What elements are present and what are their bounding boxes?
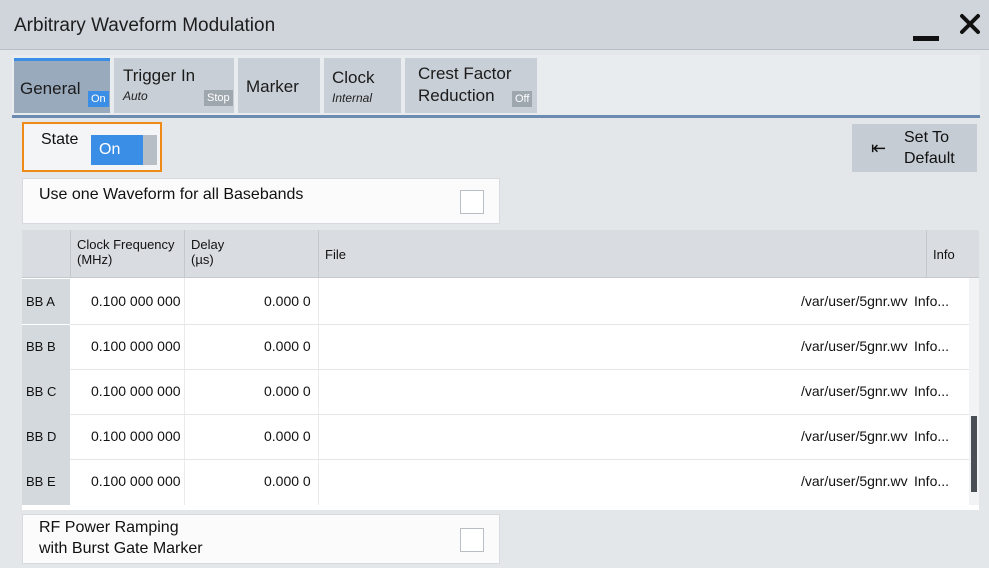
status-badge: On [88,91,109,107]
rf-power-ramping-label: RF Power Ramping [39,519,179,536]
delay-value[interactable]: 0.000 0 [264,383,311,399]
toggle-knob [143,135,157,165]
file-value[interactable]: /var/user/5gnr.wv [801,293,908,309]
title-bar: Arbitrary Waveform Modulation [0,0,989,50]
use-one-waveform-checkbox[interactable] [460,190,484,214]
column-divider [184,278,185,505]
column-header-delay: Delay (µs) [184,230,318,278]
baseband-table: Clock Frequency (MHz) Delay (µs) File In… [22,230,979,510]
tab-sublabel: Internal [332,91,373,105]
info-link[interactable]: Info... [914,428,949,444]
row-divider [70,369,969,370]
state-label: State [41,131,79,148]
tab-crest-factor-reduction[interactable]: Crest Factor Reduction Off [405,58,537,113]
button-label: Set To [904,129,950,146]
delay-value[interactable]: 0.000 0 [264,338,311,354]
clock-frequency-value[interactable]: 0.100 000 000 [91,293,181,309]
clock-frequency-value[interactable]: 0.100 000 000 [91,473,181,489]
delay-value[interactable]: 0.000 0 [264,428,311,444]
column-divider [318,278,319,505]
column-header-clock-frequency: Clock Frequency (MHz) [70,230,184,278]
tab-marker[interactable]: Marker [238,58,320,113]
tab-clock[interactable]: Clock Internal [324,58,401,113]
tab-trigger-in[interactable]: Trigger In Auto Stop [114,58,234,113]
row-divider [70,414,969,415]
tab-label: Trigger In [123,66,196,85]
clock-frequency-value[interactable]: 0.100 000 000 [91,428,181,444]
state-control: State On [22,122,162,172]
set-to-default-button[interactable]: ⇤ Set To Default [852,124,977,172]
minimize-icon[interactable] [913,36,939,41]
row-divider [70,324,969,325]
tab-label: Marker [246,77,299,96]
use-one-waveform-row: Use one Waveform for all Basebands [22,178,500,224]
table-header: Clock Frequency (MHz) Delay (µs) File In… [22,230,979,278]
row-header: BB A [22,279,70,324]
delay-value[interactable]: 0.000 0 [264,293,311,309]
row-header: BB B [22,325,70,370]
row-header: BB E [22,460,70,505]
delay-value[interactable]: 0.000 0 [264,473,311,489]
file-value[interactable]: /var/user/5gnr.wv [801,383,908,399]
row-divider [70,459,969,460]
clock-frequency-value[interactable]: 0.100 000 000 [91,383,181,399]
column-header-info: Info [926,230,969,278]
tab-sublabel: Auto [123,89,148,103]
state-value: On [99,141,121,158]
row-header: BB C [22,370,70,415]
row-header: BB D [22,415,70,460]
file-value[interactable]: /var/user/5gnr.wv [801,473,908,489]
status-badge: Stop [204,90,233,106]
rf-power-ramping-label: with Burst Gate Marker [39,540,203,557]
window-title: Arbitrary Waveform Modulation [14,15,276,36]
info-link[interactable]: Info... [914,338,949,354]
arrow-to-left-icon: ⇤ [871,138,887,158]
tab-label: Clock [332,68,375,87]
info-link[interactable]: Info... [914,293,949,309]
use-one-waveform-label: Use one Waveform for all Basebands [39,186,304,203]
tab-label: General [20,79,81,98]
column-header-file: File [318,230,926,278]
file-value[interactable]: /var/user/5gnr.wv [801,428,908,444]
active-tab-indicator [14,58,110,61]
clock-frequency-value[interactable]: 0.100 000 000 [91,338,181,354]
button-label: Default [904,150,955,167]
info-link[interactable]: Info... [914,383,949,399]
state-toggle[interactable]: On [91,135,157,165]
close-icon[interactable] [955,9,985,39]
info-link[interactable]: Info... [914,473,949,489]
tab-label: Reduction [418,86,495,105]
tab-strip: General On Trigger In Auto Stop Marker C… [12,55,980,118]
rf-power-ramping-row: RF Power Ramping with Burst Gate Marker [22,514,500,564]
table-scrollbar-thumb[interactable] [971,416,977,492]
status-badge: Off [512,91,533,107]
tab-general[interactable]: General On [14,58,110,113]
file-value[interactable]: /var/user/5gnr.wv [801,338,908,354]
rf-power-ramping-checkbox[interactable] [460,528,484,552]
tab-label: Crest Factor [418,64,512,83]
